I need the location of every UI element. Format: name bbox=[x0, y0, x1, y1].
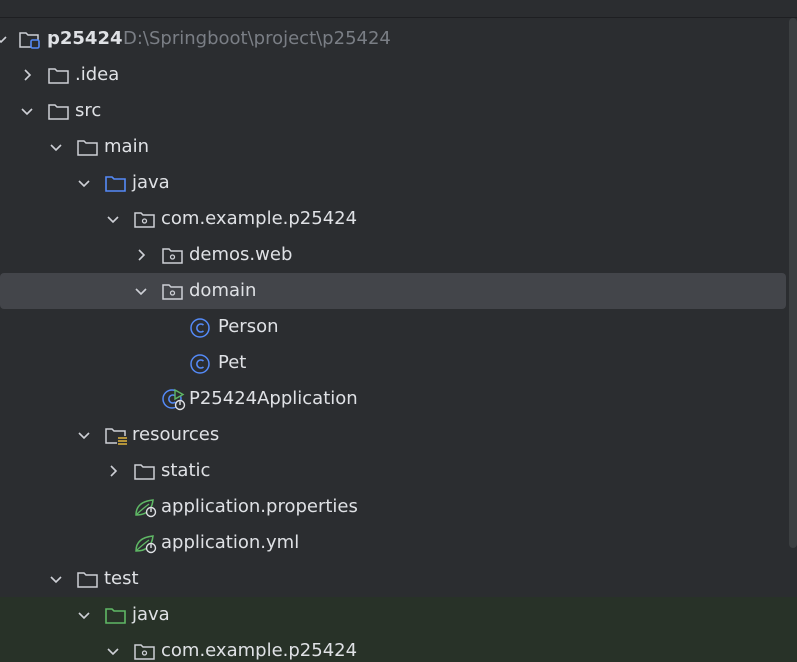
tree-node-label: application.yml bbox=[161, 532, 300, 553]
chevron-down-icon[interactable] bbox=[77, 597, 93, 633]
package-icon bbox=[133, 640, 157, 662]
tool-window-header bbox=[0, 0, 797, 18]
chevron-down-icon[interactable] bbox=[20, 93, 36, 129]
package-icon bbox=[161, 244, 185, 266]
tree-node-label: P25424Application bbox=[189, 388, 358, 409]
chevron-right-icon[interactable] bbox=[106, 453, 122, 489]
tree-node-person[interactable]: Person bbox=[0, 309, 797, 345]
folder-icon bbox=[133, 460, 157, 482]
tree-node-label: Person bbox=[218, 316, 279, 337]
resources-folder-icon bbox=[104, 424, 128, 446]
tree-node-package[interactable]: com.example.p25424 bbox=[0, 201, 797, 237]
tree-node-label: java bbox=[132, 604, 170, 625]
tree-node-label: demos.web bbox=[189, 244, 293, 265]
spring-config-file-icon bbox=[133, 496, 157, 518]
tree-node-application-properties[interactable]: application.properties bbox=[0, 489, 797, 525]
tree-node-application-yml[interactable]: application.yml bbox=[0, 525, 797, 561]
vertical-scrollbar[interactable] bbox=[789, 18, 797, 548]
chevron-down-icon[interactable] bbox=[49, 129, 65, 165]
tree-node-src[interactable]: src bbox=[0, 93, 797, 129]
tree-node-label: test bbox=[104, 568, 139, 589]
folder-icon bbox=[76, 136, 100, 158]
tree-node-test-package[interactable]: com.example.p25424 bbox=[0, 633, 797, 662]
module-folder-icon bbox=[18, 28, 42, 50]
tree-node-label: p25424 bbox=[47, 28, 123, 49]
tree-node-label: static bbox=[161, 460, 211, 481]
folder-icon bbox=[76, 568, 100, 590]
package-icon bbox=[133, 208, 157, 230]
chevron-down-icon[interactable] bbox=[77, 417, 93, 453]
chevron-down-icon[interactable] bbox=[106, 201, 122, 237]
class-icon bbox=[189, 316, 213, 338]
tree-node-label: application.properties bbox=[161, 496, 358, 517]
tree-node-label: java bbox=[132, 172, 170, 193]
test-root-folder-icon bbox=[104, 604, 128, 626]
tree-node-main[interactable]: main bbox=[0, 129, 797, 165]
tree-node-test[interactable]: test bbox=[0, 561, 797, 597]
folder-icon bbox=[47, 100, 71, 122]
spring-config-file-icon bbox=[133, 532, 157, 554]
tree-node-label: src bbox=[75, 100, 102, 121]
chevron-right-icon[interactable] bbox=[20, 57, 36, 93]
tree-node-domain[interactable]: domain bbox=[0, 273, 786, 309]
chevron-down-icon[interactable] bbox=[77, 165, 93, 201]
tree-node-java[interactable]: java bbox=[0, 165, 797, 201]
chevron-right-icon[interactable] bbox=[134, 237, 150, 273]
chevron-down-icon[interactable] bbox=[0, 21, 10, 57]
class-icon bbox=[189, 352, 213, 374]
tree-node-application[interactable]: P25424Application bbox=[0, 381, 797, 417]
chevron-down-icon[interactable] bbox=[49, 561, 65, 597]
tree-node-pet[interactable]: Pet bbox=[0, 345, 797, 381]
tree-node-demos-web[interactable]: demos.web bbox=[0, 237, 797, 273]
chevron-down-icon[interactable] bbox=[134, 273, 150, 309]
project-tool-window: p25424 D:\Springboot\project\p25424 .ide… bbox=[0, 0, 797, 662]
tree-node-static[interactable]: static bbox=[0, 453, 797, 489]
chevron-down-icon[interactable] bbox=[106, 633, 122, 662]
tree-node-label: main bbox=[104, 136, 149, 157]
source-root-folder-icon bbox=[104, 172, 128, 194]
folder-icon bbox=[47, 64, 71, 86]
tree-node-label: domain bbox=[189, 280, 257, 301]
tree-node-label: com.example.p25424 bbox=[161, 640, 358, 661]
tree-node-label: .idea bbox=[75, 64, 120, 85]
tree-node-root[interactable]: p25424 D:\Springboot\project\p25424 bbox=[0, 21, 797, 57]
tree-node-idea[interactable]: .idea bbox=[0, 57, 797, 93]
tree-node-test-java[interactable]: java bbox=[0, 597, 797, 633]
tree-node-label: resources bbox=[132, 424, 220, 445]
package-icon bbox=[161, 280, 185, 302]
spring-boot-application-icon bbox=[161, 388, 186, 411]
module-path: D:\Springboot\project\p25424 bbox=[123, 28, 391, 49]
tree-node-label: com.example.p25424 bbox=[161, 208, 358, 229]
tree-node-label: Pet bbox=[218, 352, 247, 373]
project-tree[interactable]: p25424 D:\Springboot\project\p25424 .ide… bbox=[0, 21, 797, 662]
tree-node-resources[interactable]: resources bbox=[0, 417, 797, 453]
